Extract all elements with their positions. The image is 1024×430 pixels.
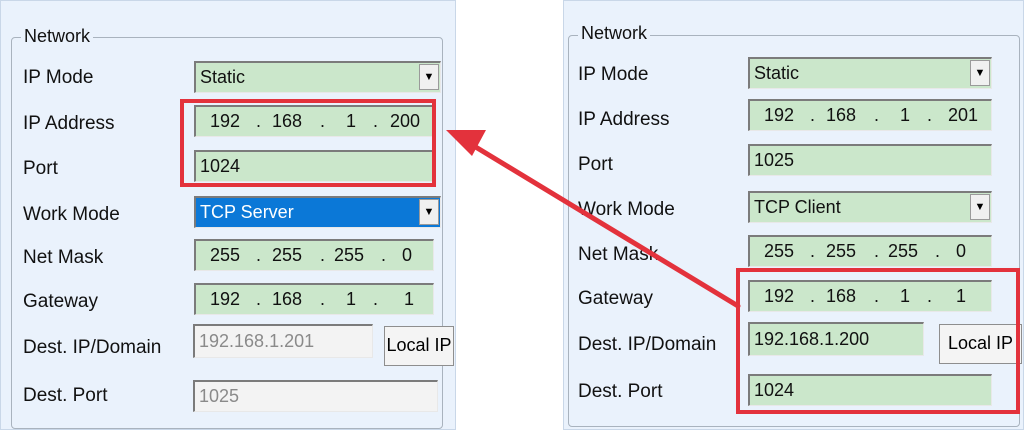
dest-port-input[interactable]: 1025: [193, 380, 438, 412]
ip-mode-value: Static: [200, 67, 246, 87]
ip-octet[interactable]: 255: [210, 241, 240, 269]
net-mask-label: Net Mask: [23, 247, 104, 268]
net-mask-input[interactable]: 255 . 255 . 255 . 0: [194, 239, 434, 271]
network-group-title: Network: [578, 23, 651, 43]
ip-octet[interactable]: 0: [956, 237, 966, 265]
ip-address-label: IP Address: [23, 113, 115, 134]
ip-separator: .: [320, 245, 326, 265]
ip-separator: .: [874, 241, 880, 261]
left-highlight-box: [180, 99, 436, 187]
chevron-down-icon[interactable]: ▼: [970, 194, 990, 220]
local-ip-button[interactable]: Local IP: [384, 326, 454, 366]
gateway-label: Gateway: [23, 291, 98, 312]
port-input[interactable]: 1025: [748, 144, 992, 176]
ip-octet[interactable]: 201: [948, 101, 978, 129]
work-mode-label: Work Mode: [578, 199, 675, 220]
ip-octet[interactable]: 0: [402, 241, 412, 269]
work-mode-label: Work Mode: [23, 204, 120, 225]
ip-octet[interactable]: 192: [210, 285, 240, 313]
ip-octet[interactable]: 255: [888, 237, 918, 265]
ip-separator: .: [381, 245, 387, 265]
network-group: [11, 37, 443, 429]
work-mode-value: TCP Server: [200, 202, 294, 222]
ip-separator: .: [373, 289, 379, 309]
ip-octet[interactable]: 255: [826, 237, 856, 265]
ip-mode-label: IP Mode: [23, 67, 94, 88]
ip-separator: .: [874, 105, 880, 125]
ip-octet[interactable]: 1: [900, 101, 910, 129]
work-mode-select[interactable]: TCP Server ▼: [194, 196, 441, 228]
gateway-label: Gateway: [578, 288, 653, 309]
dest-ip-input[interactable]: 192.168.1.201: [193, 324, 373, 358]
ip-octet[interactable]: 168: [826, 101, 856, 129]
ip-octet[interactable]: 168: [272, 285, 302, 313]
network-group-title: Network: [21, 26, 94, 46]
ip-octet[interactable]: 255: [764, 237, 794, 265]
dest-ip-label: Dest. IP/Domain: [578, 334, 717, 355]
ip-separator: .: [810, 105, 816, 125]
ip-separator: .: [256, 245, 262, 265]
port-label: Port: [23, 158, 58, 179]
chevron-down-icon[interactable]: ▼: [419, 64, 439, 90]
ip-octet[interactable]: 255: [272, 241, 302, 269]
right-highlight-box: [736, 268, 1020, 414]
ip-mode-label: IP Mode: [578, 64, 649, 85]
net-mask-input[interactable]: 255 . 255 . 255 . 0: [748, 235, 992, 267]
left-config-panel: Network IP Mode Static ▼ IP Address 192 …: [0, 0, 456, 430]
port-label: Port: [578, 154, 613, 175]
ip-separator: .: [810, 241, 816, 261]
ip-separator: .: [935, 241, 941, 261]
ip-separator: .: [927, 105, 933, 125]
dest-ip-label: Dest. IP/Domain: [23, 337, 162, 358]
ip-mode-select[interactable]: Static ▼: [194, 61, 441, 93]
ip-mode-select[interactable]: Static ▼: [748, 57, 992, 89]
gateway-input[interactable]: 192 . 168 . 1 . 1: [194, 283, 434, 315]
net-mask-label: Net Mask: [578, 244, 659, 265]
ip-octet[interactable]: 1: [404, 285, 414, 313]
ip-separator: .: [320, 289, 326, 309]
ip-separator: .: [256, 289, 262, 309]
ip-address-label: IP Address: [578, 109, 670, 130]
ip-octet[interactable]: 1: [346, 285, 356, 313]
work-mode-value: TCP Client: [754, 197, 841, 217]
dest-port-label: Dest. Port: [23, 385, 108, 406]
ip-mode-value: Static: [754, 63, 800, 83]
ip-octet[interactable]: 192: [764, 101, 794, 129]
chevron-down-icon[interactable]: ▼: [419, 199, 439, 225]
ip-octet[interactable]: 255: [334, 241, 364, 269]
ip-address-input[interactable]: 192 . 168 . 1 . 201: [748, 99, 992, 131]
work-mode-select[interactable]: TCP Client ▼: [748, 191, 992, 223]
chevron-down-icon[interactable]: ▼: [970, 60, 990, 86]
dest-port-label: Dest. Port: [578, 381, 663, 402]
